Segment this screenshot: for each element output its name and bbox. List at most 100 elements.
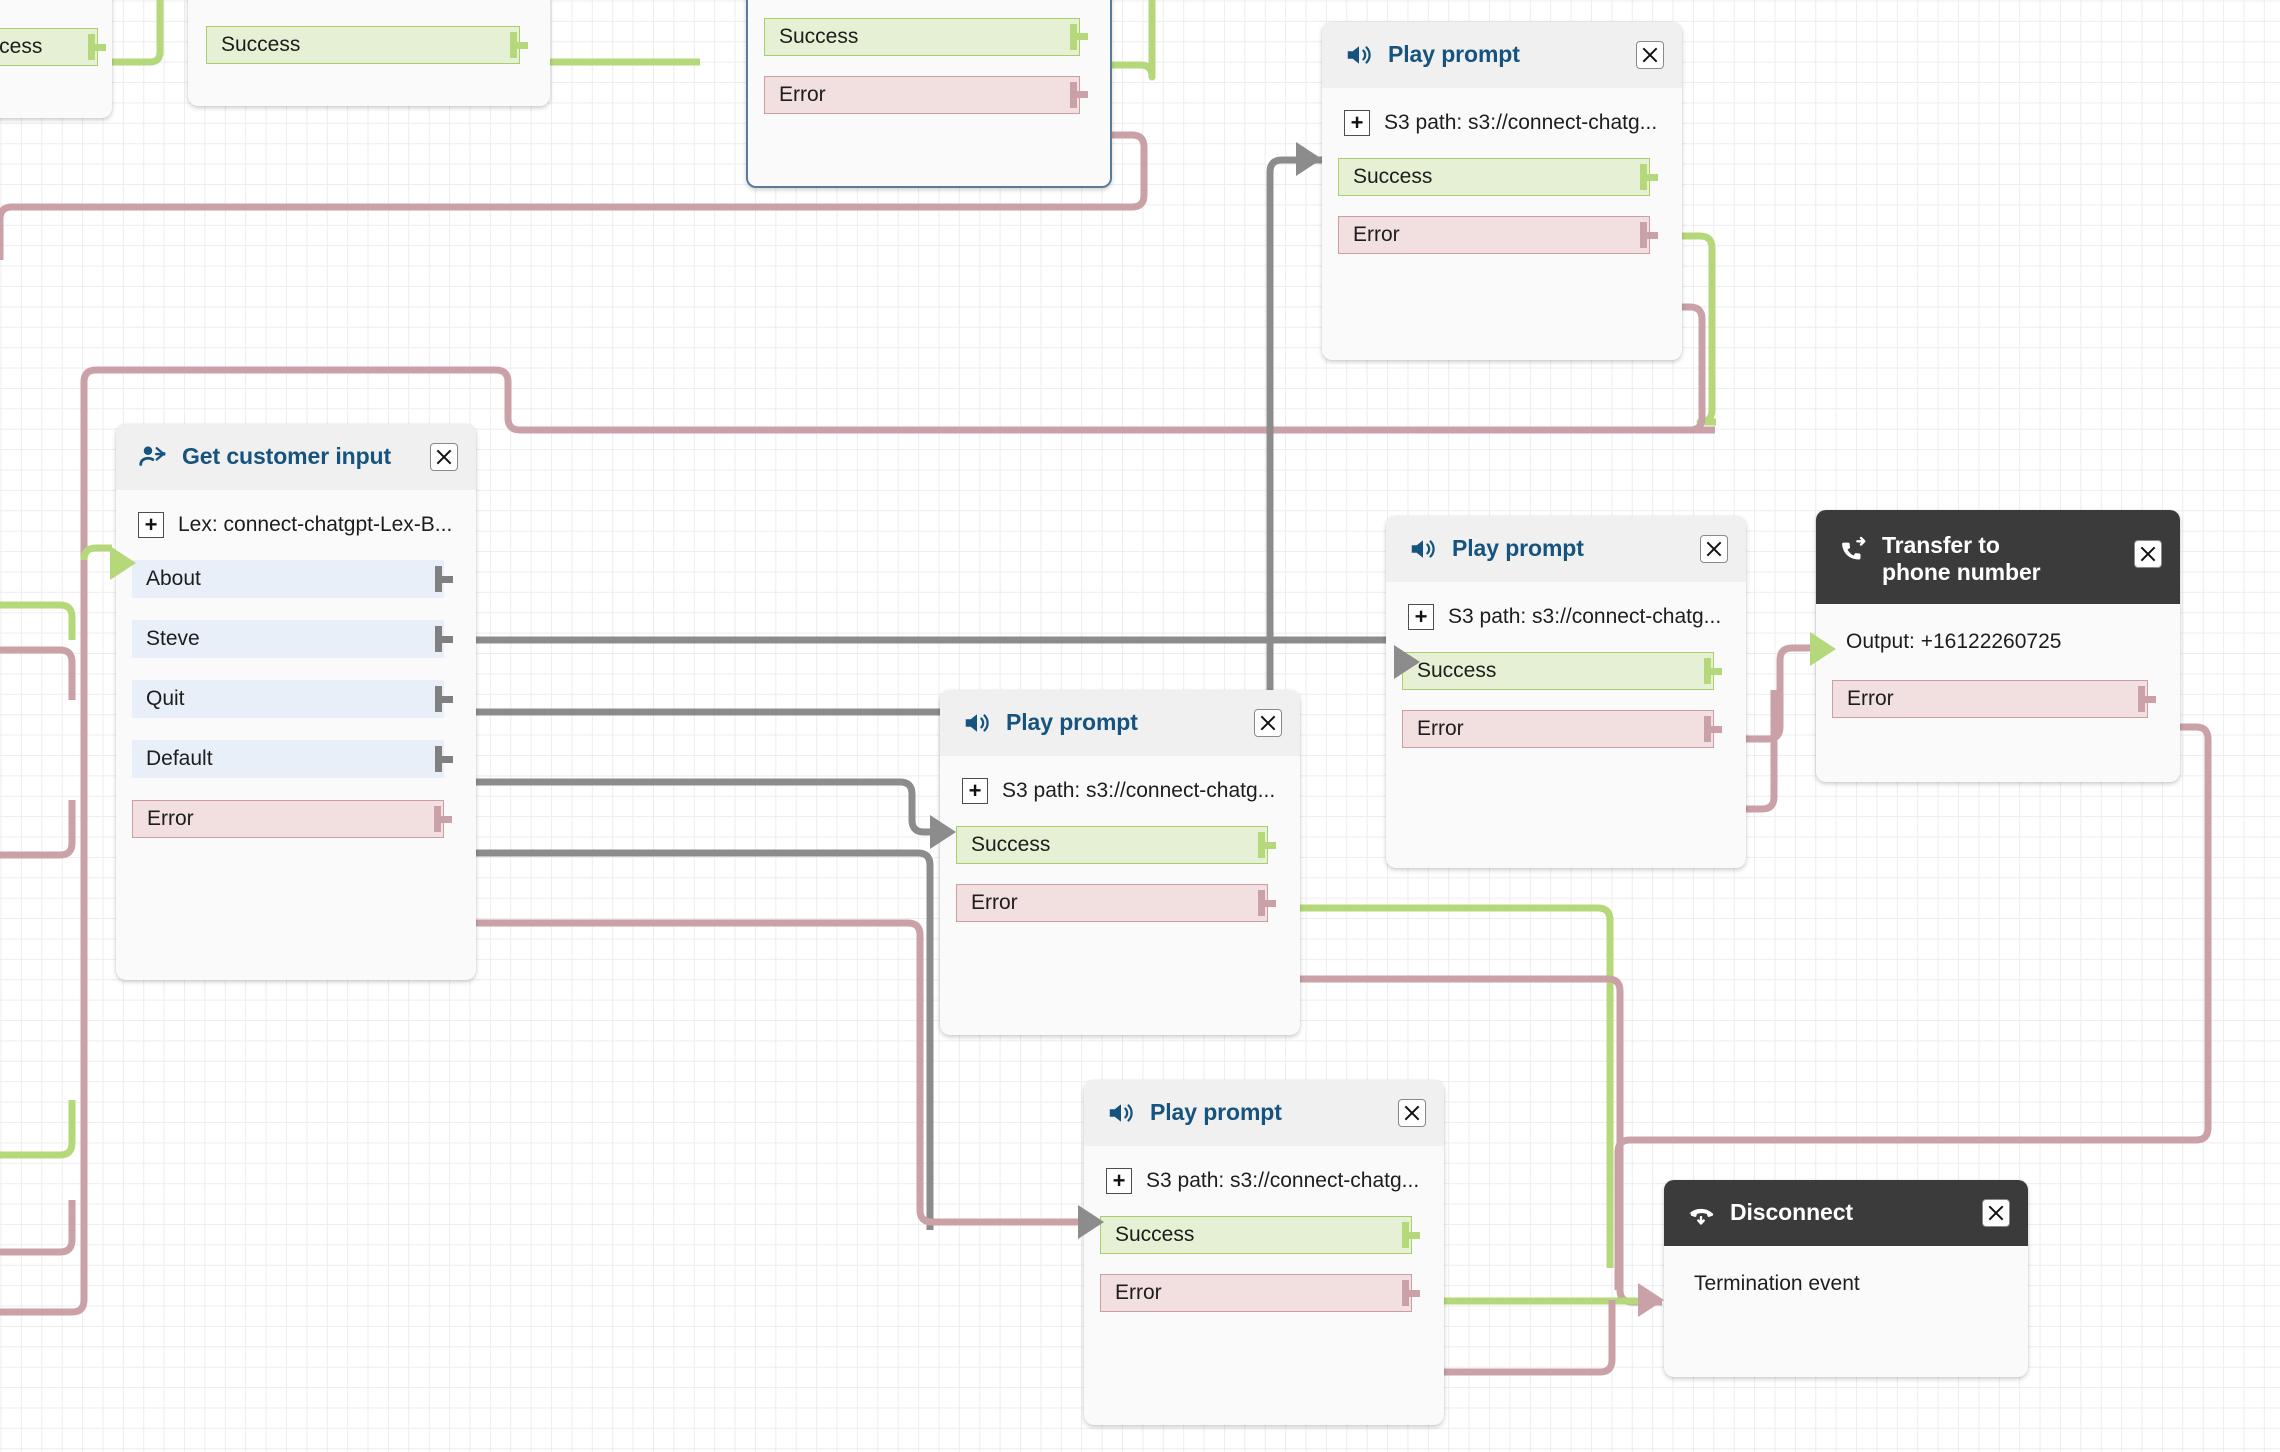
add-icon[interactable]: +: [962, 778, 988, 804]
port-success[interactable]: Success: [1338, 158, 1658, 196]
port-knob[interactable]: [1704, 716, 1722, 742]
node-partial-success-top[interactable]: Success: [188, 0, 550, 106]
param-s3-path[interactable]: + S3 path: s3://connect-chatg...: [940, 756, 1300, 826]
close-icon[interactable]: [1398, 1099, 1426, 1127]
node-header: Play prompt: [1084, 1080, 1444, 1146]
node-transfer-to-phone-number[interactable]: Transfer to phone number Output: +161222…: [1816, 510, 2180, 782]
port-success[interactable]: Success: [956, 826, 1276, 864]
param-s3-path[interactable]: + S3 path: s3://connect-chatg...: [1386, 582, 1746, 652]
node-play-prompt-mid-right[interactable]: Play prompt + S3 path: s3://connect-chat…: [1386, 516, 1746, 868]
port-knob[interactable]: [435, 686, 453, 712]
inbound-arrow-icon: [1638, 1283, 1664, 1317]
node-title: Play prompt: [1388, 41, 1520, 68]
port-knob[interactable]: [435, 746, 453, 772]
port-label: Success: [779, 24, 859, 48]
close-icon[interactable]: [430, 443, 458, 471]
port-knob[interactable]: [88, 34, 106, 60]
port-knob[interactable]: [435, 626, 453, 652]
port-success[interactable]: Success: [764, 17, 1088, 56]
port-knob[interactable]: [1640, 164, 1658, 190]
port-error[interactable]: Error: [132, 800, 452, 838]
port-label: Error: [971, 891, 1018, 914]
close-icon[interactable]: [1636, 41, 1664, 69]
port-label: Error: [1353, 223, 1400, 246]
add-icon[interactable]: +: [1106, 1168, 1132, 1194]
port-knob[interactable]: [1258, 832, 1276, 858]
port-label: Error: [147, 807, 194, 830]
node-title: Play prompt: [1150, 1099, 1282, 1126]
port-error[interactable]: Error: [1832, 680, 2156, 719]
port-knob[interactable]: [1402, 1222, 1420, 1248]
add-icon[interactable]: +: [138, 512, 164, 538]
inbound-arrow-icon: [1078, 1205, 1104, 1239]
port-label: Error: [1417, 717, 1464, 740]
node-header: Disconnect: [1664, 1180, 2028, 1246]
node-play-prompt-top[interactable]: Play prompt + S3 path: s3://connect-chat…: [1322, 22, 1682, 360]
node-body: Output: +16122260725 Error: [1816, 604, 2180, 751]
node-body: Success: [188, 0, 550, 96]
param-value: S3 path: s3://connect-chatg...: [1384, 111, 1658, 134]
node-partial-left[interactable]: Success: [0, 0, 112, 118]
param-value: S3 path: s3://connect-chatg...: [1146, 1169, 1420, 1192]
port-error[interactable]: Error: [956, 884, 1276, 922]
node-body: + S3 path: s3://connect-chatg... Success…: [1084, 1146, 1444, 1344]
port-knob[interactable]: [1070, 81, 1088, 108]
port-error[interactable]: Error: [1100, 1274, 1420, 1312]
port-knob[interactable]: [2138, 686, 2156, 713]
port-default[interactable]: Default: [132, 740, 453, 778]
node-body: Termination event: [1664, 1246, 2028, 1346]
port-success[interactable]: Success: [206, 26, 528, 64]
port-knob[interactable]: [1402, 1280, 1420, 1306]
node-get-customer-input[interactable]: Get customer input + Lex: connect-chatgp…: [116, 424, 476, 980]
node-body: Success: [0, 0, 112, 98]
port-knob[interactable]: [1640, 222, 1658, 248]
speaker-icon: [1344, 40, 1374, 70]
port-knob[interactable]: [435, 566, 453, 592]
port-error[interactable]: Error: [764, 75, 1088, 114]
port-error[interactable]: Error: [1338, 216, 1658, 254]
node-play-prompt-center[interactable]: Play prompt + S3 path: s3://connect-chat…: [940, 690, 1300, 1035]
node-disconnect[interactable]: Disconnect Termination event: [1664, 1180, 2028, 1377]
node-body: + S3 path: s3://connect-chatg... Success…: [1386, 582, 1746, 780]
param-s3-path[interactable]: + S3 path: s3://connect-chatg...: [1322, 88, 1682, 158]
param-lex-bot[interactable]: + Lex: connect-chatgpt-Lex-B...: [116, 490, 476, 560]
node-play-prompt-bottom[interactable]: Play prompt + S3 path: s3://connect-chat…: [1084, 1080, 1444, 1425]
port-about[interactable]: About: [132, 560, 453, 598]
port-error[interactable]: Error: [1402, 710, 1722, 748]
close-icon[interactable]: [1254, 709, 1282, 737]
close-icon[interactable]: [1982, 1199, 2010, 1227]
close-icon[interactable]: [1700, 535, 1728, 563]
port-knob[interactable]: [1070, 23, 1088, 50]
port-quit[interactable]: Quit: [132, 680, 453, 718]
add-icon[interactable]: +: [1344, 110, 1370, 136]
port-knob[interactable]: [434, 806, 452, 832]
inbound-arrow-icon: [1394, 645, 1420, 679]
node-title: Disconnect: [1730, 1199, 1853, 1226]
port-success[interactable]: Success: [0, 28, 106, 66]
node-body: + S3 path: s3://connect-chatg... Success…: [1322, 88, 1682, 286]
inbound-arrow-icon: [1296, 142, 1322, 176]
port-label: Success: [0, 35, 43, 58]
port-knob[interactable]: [1704, 658, 1722, 684]
port-label: Success: [1417, 659, 1497, 682]
port-label: Default: [146, 747, 213, 770]
add-icon[interactable]: +: [1408, 604, 1434, 630]
port-success[interactable]: Success: [1402, 652, 1722, 690]
port-label: Error: [1847, 687, 1894, 711]
node-intents[interactable]: Intents Success Error: [746, 0, 1112, 188]
speaker-icon: [962, 708, 992, 738]
phone-forward-icon: [1838, 536, 1868, 566]
port-success[interactable]: Success: [1100, 1216, 1420, 1254]
node-body: + S3 path: s3://connect-chatg... Success…: [940, 756, 1300, 954]
port-steve[interactable]: Steve: [132, 620, 453, 658]
flow-canvas[interactable]: Success Success Intents Success Error: [0, 0, 2280, 1452]
node-body: + Lex: connect-chatgpt-Lex-B... About St…: [116, 490, 476, 870]
node-header: Transfer to phone number: [1816, 510, 2180, 605]
port-label: Error: [779, 82, 826, 106]
port-label: Success: [971, 833, 1051, 856]
close-icon[interactable]: [2134, 540, 2162, 568]
param-s3-path[interactable]: + S3 path: s3://connect-chatg...: [1084, 1146, 1444, 1216]
port-knob[interactable]: [510, 32, 528, 58]
port-knob[interactable]: [1258, 890, 1276, 916]
speaker-icon: [1408, 534, 1438, 564]
